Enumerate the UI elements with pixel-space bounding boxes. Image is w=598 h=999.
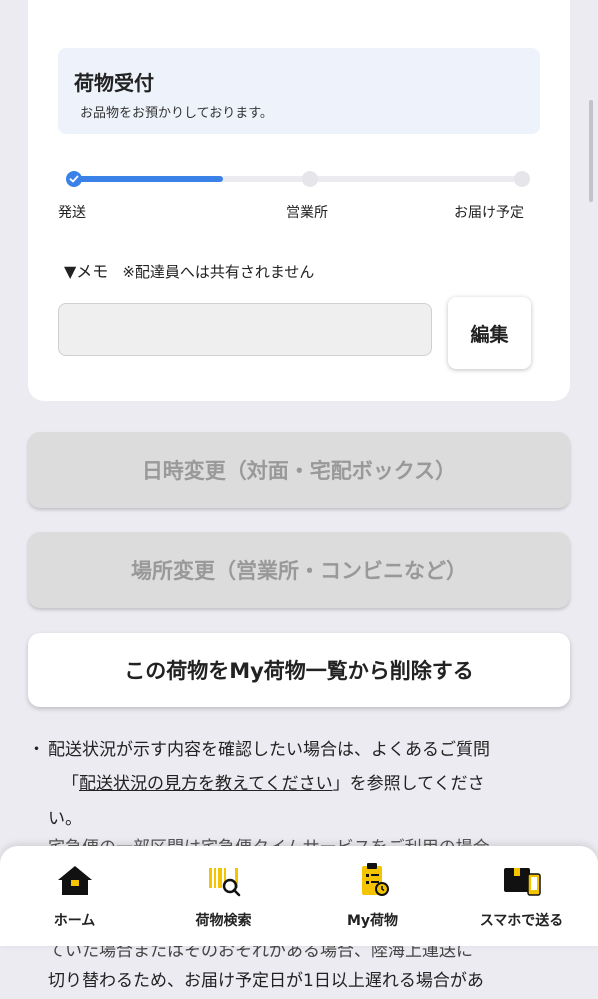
nav-search-label: 荷物検索	[195, 913, 252, 929]
delete-from-list-button[interactable]: この荷物をMy荷物一覧から削除する	[28, 633, 570, 707]
faq-link[interactable]: 配送状況の見方を教えてください	[79, 774, 333, 794]
package-phone-icon	[503, 868, 541, 896]
scrollbar[interactable]	[589, 100, 593, 202]
memo-label: ▼メモ	[64, 262, 109, 281]
bottom-nav: ホーム 荷物検索 My荷物 スマホで送る	[0, 846, 598, 946]
note-line-3: い。	[48, 809, 82, 829]
step-label-dispatch: 発送	[58, 205, 86, 221]
progress-step-delivery-dot	[514, 171, 530, 187]
edit-memo-button[interactable]: 編集	[448, 297, 531, 369]
nav-home[interactable]: ホーム	[0, 846, 149, 946]
status-title: 荷物受付	[74, 71, 154, 95]
memo-note: ※配達員へは共有されません	[122, 263, 315, 281]
nav-send-by-phone-label: スマホで送る	[479, 913, 564, 929]
step-label-delivery: お届け予定	[454, 205, 524, 221]
note-line-6: 切り替わるため、お届け予定日が1日以上遅れる場合があ	[48, 971, 484, 991]
progress-track	[74, 176, 524, 182]
home-icon	[57, 866, 92, 895]
memo-heading: ▼メモ ※配達員へは共有されません	[64, 258, 314, 282]
note-line-2: 「配送状況の見方を教えてください」を参照してくださ	[62, 770, 485, 799]
nav-search[interactable]: 荷物検索	[149, 846, 298, 946]
change-datetime-button[interactable]: 日時変更（対面・宅配ボックス）	[28, 432, 570, 508]
nav-my-packages-label: My荷物	[346, 913, 399, 929]
status-box: 荷物受付 お品物をお預かりしております。	[58, 48, 540, 134]
check-icon	[69, 175, 79, 183]
note-bullet: ・	[28, 740, 45, 760]
tracking-card: 荷物受付 お品物をお預かりしております。 発送 営業所 お届け予定 ▼メモ ※配達…	[28, 0, 570, 401]
nav-send-by-phone[interactable]: スマホで送る	[447, 846, 596, 946]
clipboard-icon	[361, 863, 389, 896]
note-quote-close: 」を参照してくださ	[332, 774, 485, 794]
progress-fill	[74, 176, 223, 182]
note-quote-open: 「	[62, 774, 79, 794]
nav-my-packages[interactable]: My荷物	[298, 846, 447, 946]
note-line-1: 配送状況が示す内容を確認したい場合は、よくあるご質問	[48, 740, 490, 760]
nav-home-label: ホーム	[53, 913, 96, 929]
progress-step-dispatch-dot	[66, 171, 82, 187]
change-location-button[interactable]: 場所変更（営業所・コンビニなど）	[28, 532, 570, 608]
step-label-office: 営業所	[286, 205, 328, 221]
status-description: お品物をお預かりしております。	[80, 106, 273, 121]
progress-step-office-dot	[302, 171, 318, 187]
barcode-search-icon	[208, 868, 240, 897]
memo-input[interactable]	[58, 303, 432, 356]
